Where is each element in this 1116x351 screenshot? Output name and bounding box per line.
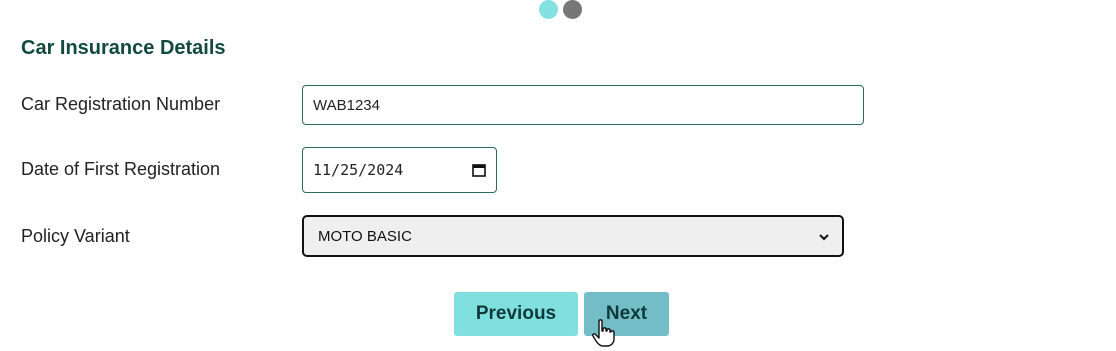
date-value: 11/25/2024 [313,161,404,179]
policy-variant-label: Policy Variant [21,226,130,246]
registration-label: Car Registration Number [21,94,221,114]
calendar-icon[interactable] [472,163,486,177]
registration-input[interactable] [302,85,864,125]
previous-button[interactable]: Previous [454,292,578,336]
first-registration-date-input[interactable]: 11/25/2024 [302,147,497,193]
first-registration-date-label: Date of First Registration [21,159,221,179]
progress-indicator [539,0,582,19]
progress-step-1 [539,0,558,19]
hand-cursor-icon [592,319,615,347]
policy-variant-selected: MOTO BASIC [318,227,412,245]
progress-step-2 [563,0,582,19]
chevron-down-icon [818,230,830,242]
policy-variant-select[interactable]: MOTO BASIC [302,215,844,257]
section-title: Car Insurance Details [21,37,226,59]
insurance-form-page: Car Insurance Details Car Registration N… [0,0,1116,351]
